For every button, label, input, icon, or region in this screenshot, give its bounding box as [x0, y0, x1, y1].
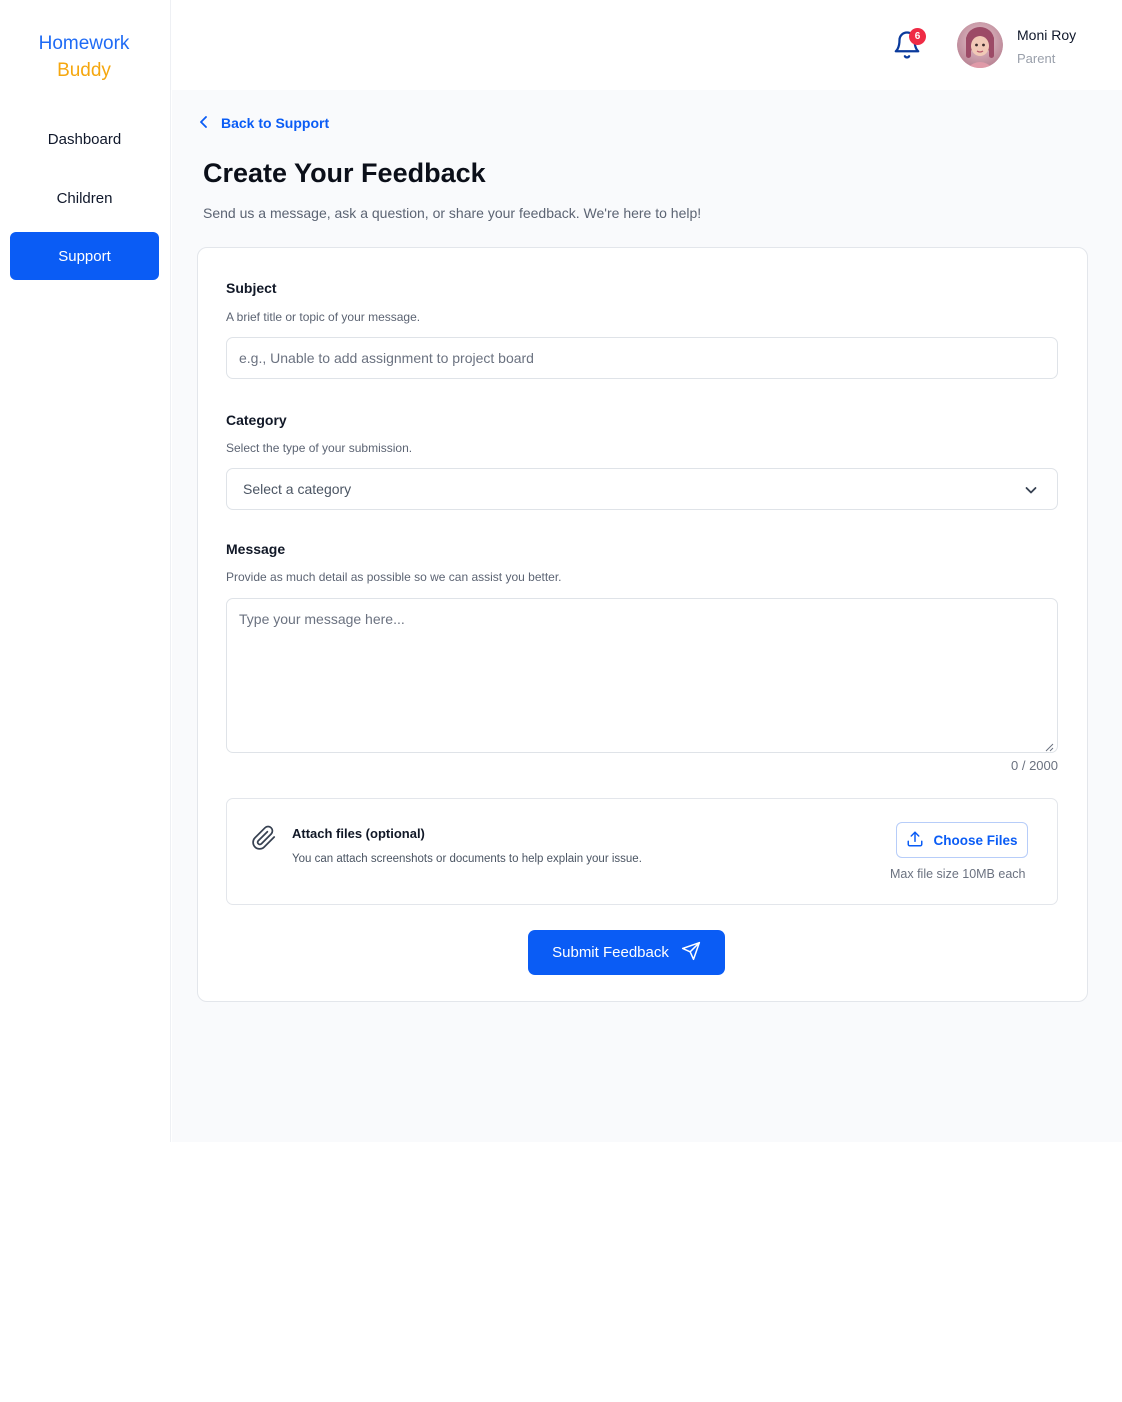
subject-label: Subject [226, 280, 277, 296]
app-logo[interactable]: Homework Buddy [0, 30, 168, 84]
notification-badge: 6 [909, 28, 926, 45]
message-label: Message [226, 541, 286, 557]
attach-help: You can attach screenshots or documents … [292, 853, 642, 865]
category-selected-value: Select a category [243, 481, 352, 497]
resize-handle-icon[interactable] [1044, 739, 1054, 752]
user-role: Parent [1017, 51, 1056, 66]
attachments-box: Attach files (optional) You can attach s… [226, 798, 1058, 905]
page-subtitle: Send us a message, ask a question, or sh… [203, 205, 702, 221]
category-label: Category [226, 412, 287, 428]
back-to-support-link[interactable]: Back to Support [199, 115, 329, 131]
submit-label: Submit Feedback [552, 944, 669, 961]
message-textarea[interactable]: Type your message here... [226, 598, 1058, 753]
sidebar-item-dashboard[interactable]: Dashboard [10, 115, 159, 163]
max-file-size-note: Max file size 10MB each [890, 867, 1026, 881]
logo-text-homework: Homework [38, 33, 130, 54]
top-header: 6 Moni Roy Parent [172, 0, 1122, 90]
chevron-down-icon [1023, 482, 1039, 498]
logo-text-buddy: Buddy [57, 60, 111, 81]
paperclip-icon [251, 825, 277, 851]
choose-files-label: Choose Files [933, 832, 1018, 848]
message-char-counter: 0 / 2000 [1011, 758, 1058, 773]
attach-title: Attach files (optional) [292, 826, 425, 841]
message-help: Provide as much detail as possible so we… [226, 570, 562, 584]
user-name: Moni Roy [1017, 27, 1077, 43]
avatar[interactable] [957, 22, 1003, 68]
submit-feedback-button[interactable]: Submit Feedback [528, 930, 725, 975]
feedback-form-card: Subject A brief title or topic of your m… [197, 247, 1088, 1002]
page-title: Create Your Feedback [203, 158, 486, 188]
subject-help: A brief title or topic of your message. [226, 310, 421, 324]
send-icon [681, 941, 701, 965]
category-select[interactable]: Select a category [226, 468, 1058, 510]
chevron-left-icon [199, 115, 209, 131]
main-content: Back to Support Create Your Feedback Sen… [172, 90, 1122, 1142]
sidebar: Homework Buddy Dashboard Children Suppor… [0, 0, 171, 1142]
sidebar-item-children[interactable]: Children [10, 174, 159, 222]
back-link-label: Back to Support [221, 115, 330, 131]
sidebar-item-support[interactable]: Support [10, 232, 159, 280]
message-placeholder: Type your message here... [239, 611, 405, 627]
choose-files-button[interactable]: Choose Files [896, 822, 1028, 858]
category-help: Select the type of your submission. [226, 441, 413, 455]
upload-icon [906, 830, 924, 851]
subject-input[interactable]: e.g., Unable to add assignment to projec… [226, 337, 1058, 379]
